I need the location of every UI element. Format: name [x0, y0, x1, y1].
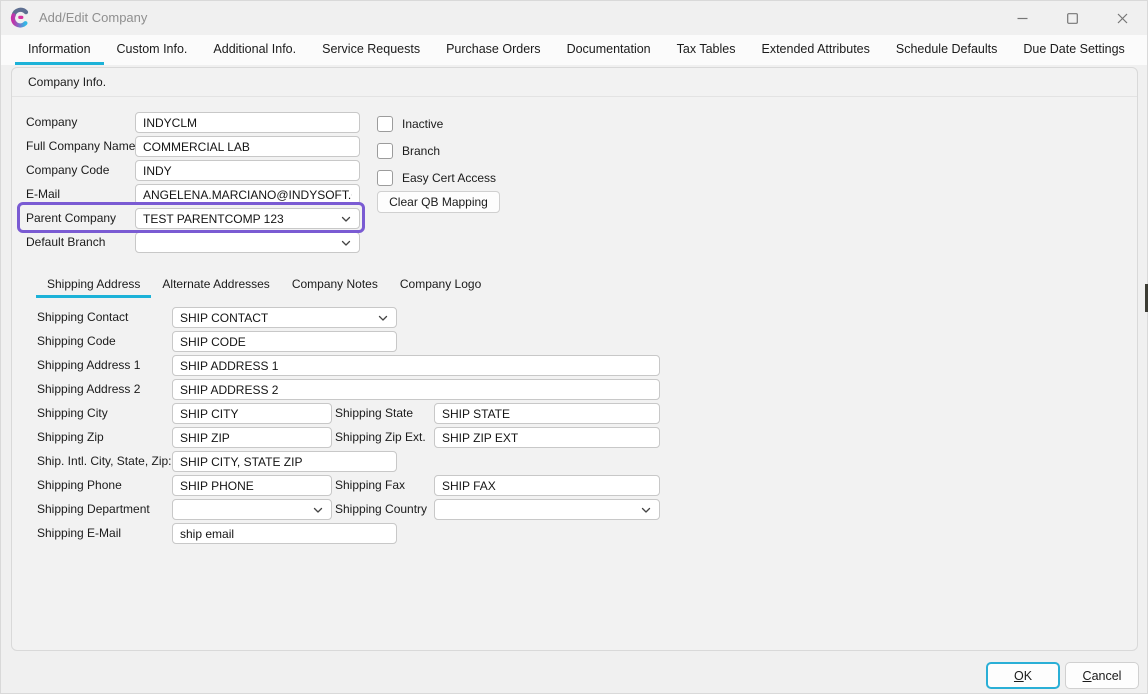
shipping-phone-label: Shipping Phone	[37, 475, 122, 496]
inactive-label: Inactive	[402, 117, 443, 131]
default-branch-select[interactable]	[135, 232, 360, 253]
parent-company-select[interactable]: TEST PARENTCOMP 123	[135, 208, 360, 229]
chevron-down-icon	[312, 504, 324, 516]
main-tabstrip: Information Custom Info. Additional Info…	[1, 35, 1147, 65]
company-code-label: Company Code	[26, 160, 109, 181]
subtab-company-logo[interactable]: Company Logo	[389, 273, 492, 298]
shipping-fax-label: Shipping Fax	[335, 475, 405, 496]
shipping-address2-label: Shipping Address 2	[37, 379, 140, 400]
subtab-alternate-addresses[interactable]: Alternate Addresses	[151, 273, 280, 298]
shipping-contact-label: Shipping Contact	[37, 307, 128, 328]
shipping-address1-input[interactable]	[172, 355, 660, 376]
chevron-down-icon	[340, 237, 352, 249]
shipping-zip-input[interactable]	[172, 427, 332, 448]
window-title: Add/Edit Company	[39, 10, 147, 25]
shipping-zip-label: Shipping Zip	[37, 427, 104, 448]
tab-capabilities[interactable]: Capabilities	[1138, 35, 1148, 65]
tab-service-requests[interactable]: Service Requests	[309, 35, 433, 65]
shipping-zip-ext-input[interactable]	[434, 427, 660, 448]
full-company-name-input[interactable]	[135, 136, 360, 157]
clear-qb-mapping-button[interactable]: Clear QB Mapping	[377, 191, 500, 213]
tab-information[interactable]: Information	[15, 35, 104, 65]
tab-purchase-orders[interactable]: Purchase Orders	[433, 35, 553, 65]
shipping-contact-value: SHIP CONTACT	[180, 311, 373, 325]
chevron-down-icon	[640, 504, 652, 516]
shipping-state-label: Shipping State	[335, 403, 413, 424]
shipping-country-label: Shipping Country	[335, 499, 427, 520]
branch-checkbox-row: Branch	[377, 143, 440, 159]
shipping-contact-select[interactable]: SHIP CONTACT	[172, 307, 397, 328]
tab-additional-info[interactable]: Additional Info.	[200, 35, 309, 65]
shipping-department-select[interactable]	[172, 499, 332, 520]
branch-checkbox[interactable]	[377, 143, 393, 159]
email-label: E-Mail	[26, 184, 60, 205]
tab-custom-info[interactable]: Custom Info.	[104, 35, 201, 65]
tab-due-date-settings[interactable]: Due Date Settings	[1010, 35, 1137, 65]
inactive-checkbox[interactable]	[377, 116, 393, 132]
subtab-company-notes[interactable]: Company Notes	[281, 273, 389, 298]
parent-company-label: Parent Company	[26, 208, 116, 229]
add-edit-company-window: Add/Edit Company Information Custom Info…	[0, 0, 1148, 694]
address-tabstrip: Shipping Address Alternate Addresses Com…	[36, 273, 492, 298]
close-icon[interactable]	[1097, 1, 1147, 35]
easy-cert-access-label: Easy Cert Access	[402, 171, 496, 185]
shipping-country-select[interactable]	[434, 499, 660, 520]
shipping-department-label: Shipping Department	[37, 499, 150, 520]
shipping-address2-input[interactable]	[172, 379, 660, 400]
maximize-icon[interactable]	[1047, 1, 1097, 35]
shipping-address1-label: Shipping Address 1	[37, 355, 140, 376]
shipping-code-label: Shipping Code	[37, 331, 116, 352]
company-label: Company	[26, 112, 77, 133]
tab-tax-tables[interactable]: Tax Tables	[664, 35, 749, 65]
cancel-button[interactable]: Cancel	[1065, 662, 1139, 689]
ship-intl-city-state-zip-label: Ship. Intl. City, State, Zip:	[37, 451, 172, 472]
company-input[interactable]	[135, 112, 360, 133]
app-logo-icon	[10, 7, 31, 28]
minimize-icon[interactable]	[997, 1, 1047, 35]
branch-label: Branch	[402, 144, 440, 158]
chevron-down-icon	[340, 213, 352, 225]
groupbox-title: Company Info.	[12, 68, 1137, 97]
window-controls	[997, 1, 1147, 35]
email-input[interactable]	[135, 184, 360, 205]
shipping-email-input[interactable]	[172, 523, 397, 544]
parent-company-value: TEST PARENTCOMP 123	[143, 212, 336, 226]
shipping-fax-input[interactable]	[434, 475, 660, 496]
full-company-name-label: Full Company Name	[26, 136, 135, 157]
titlebar: Add/Edit Company	[1, 1, 1147, 35]
company-code-input[interactable]	[135, 160, 360, 181]
shipping-city-input[interactable]	[172, 403, 332, 424]
shipping-city-label: Shipping City	[37, 403, 108, 424]
easy-cert-access-checkbox-row: Easy Cert Access	[377, 170, 496, 186]
ok-button[interactable]: OK	[986, 662, 1060, 689]
shipping-email-label: Shipping E-Mail	[37, 523, 121, 544]
easy-cert-access-checkbox[interactable]	[377, 170, 393, 186]
company-info-groupbox: Company Info. Company Full Company Name …	[11, 67, 1138, 651]
shipping-phone-input[interactable]	[172, 475, 332, 496]
shipping-zip-ext-label: Shipping Zip Ext.	[335, 427, 426, 448]
tab-documentation[interactable]: Documentation	[554, 35, 664, 65]
inactive-checkbox-row: Inactive	[377, 116, 443, 132]
default-branch-label: Default Branch	[26, 232, 105, 253]
tab-schedule-defaults[interactable]: Schedule Defaults	[883, 35, 1010, 65]
chevron-down-icon	[377, 312, 389, 324]
subtab-shipping-address[interactable]: Shipping Address	[36, 273, 151, 298]
tab-extended-attributes[interactable]: Extended Attributes	[748, 35, 882, 65]
shipping-code-input[interactable]	[172, 331, 397, 352]
ship-intl-city-state-zip-input[interactable]	[172, 451, 397, 472]
shipping-state-input[interactable]	[434, 403, 660, 424]
